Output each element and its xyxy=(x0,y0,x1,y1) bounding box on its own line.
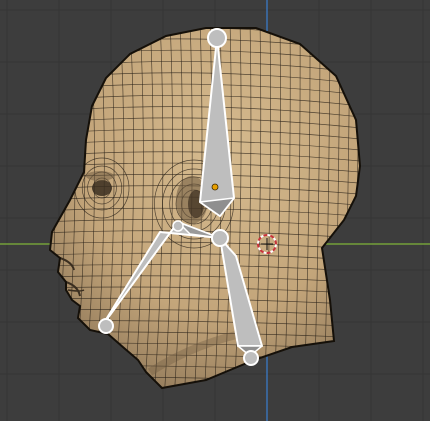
bone-joint-secondary[interactable] xyxy=(172,220,184,232)
head-mesh[interactable] xyxy=(34,16,370,400)
3d-viewport[interactable] xyxy=(0,0,430,421)
viewport-canvas[interactable] xyxy=(0,0,430,421)
bone-joint[interactable] xyxy=(211,229,229,247)
object-origin-icon xyxy=(211,183,219,191)
